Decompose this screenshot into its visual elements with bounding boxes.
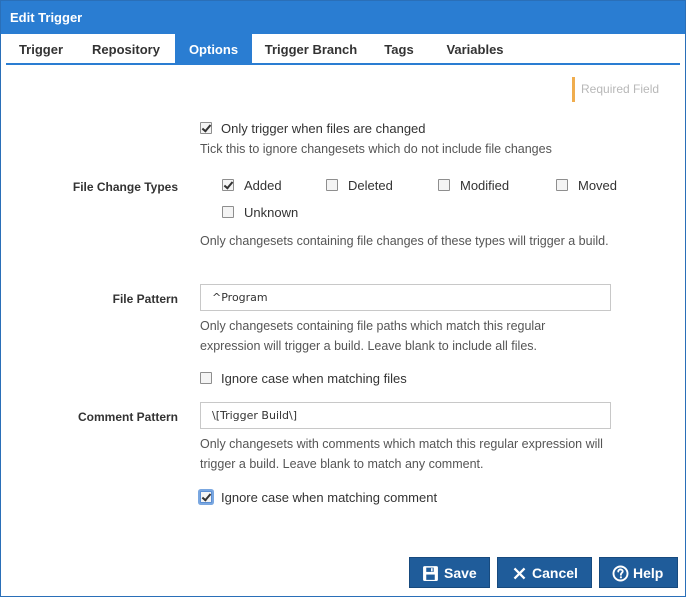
moved-checkbox[interactable] xyxy=(556,179,568,191)
tab-tags[interactable]: Tags xyxy=(371,34,427,63)
deleted-checkbox[interactable] xyxy=(326,179,338,191)
floppy-disk-icon xyxy=(423,566,438,581)
ignore-case-comment-checkbox[interactable] xyxy=(200,491,212,503)
file-pattern-label: File Pattern xyxy=(112,292,178,306)
file-change-types-label: File Change Types xyxy=(72,180,178,194)
required-field-legend: Required Field xyxy=(572,77,659,102)
deleted-label[interactable]: Deleted xyxy=(348,178,393,194)
tab-trigger-branch[interactable]: Trigger Branch xyxy=(256,34,366,63)
tab-repository[interactable]: Repository xyxy=(80,34,172,63)
ignore-case-files-checkbox[interactable] xyxy=(200,372,212,384)
modified-label[interactable]: Modified xyxy=(460,178,509,194)
ignore-case-files-label[interactable]: Ignore case when matching files xyxy=(221,371,407,387)
only-trigger-help: Tick this to ignore changesets which do … xyxy=(200,142,552,156)
ignore-case-comment-label[interactable]: Ignore case when matching comment xyxy=(221,490,437,506)
question-circle-icon xyxy=(612,565,629,582)
edit-trigger-dialog: Edit Trigger Trigger Repository Options … xyxy=(0,0,686,597)
save-button-label: Save xyxy=(444,565,477,581)
only-trigger-label[interactable]: Only trigger when files are changed xyxy=(221,121,426,137)
added-checkbox[interactable] xyxy=(222,179,234,191)
file-pattern-input[interactable]: ^Program xyxy=(200,284,611,311)
added-label[interactable]: Added xyxy=(244,178,282,194)
modified-checkbox[interactable] xyxy=(438,179,450,191)
comment-pattern-help: Only changesets with comments which matc… xyxy=(200,437,603,471)
tab-variables[interactable]: Variables xyxy=(434,34,516,63)
save-button[interactable]: Save xyxy=(409,557,490,588)
comment-pattern-input[interactable]: \[Trigger Build\] xyxy=(200,402,611,429)
cancel-button[interactable]: Cancel xyxy=(497,557,592,588)
comment-pattern-label: Comment Pattern xyxy=(77,410,178,424)
tab-trigger[interactable]: Trigger xyxy=(6,34,76,63)
help-button[interactable]: Help xyxy=(599,557,678,588)
tab-bar: Trigger Repository Options Trigger Branc… xyxy=(6,34,680,65)
only-trigger-checkbox[interactable] xyxy=(200,122,212,134)
cancel-button-label: Cancel xyxy=(532,565,578,581)
unknown-checkbox[interactable] xyxy=(222,206,234,218)
moved-label[interactable]: Moved xyxy=(578,178,617,194)
help-button-label: Help xyxy=(633,565,664,581)
file-change-types-help: Only changesets containing file changes … xyxy=(200,234,609,248)
unknown-label[interactable]: Unknown xyxy=(244,205,298,221)
dialog-title: Edit Trigger xyxy=(1,1,685,34)
close-icon xyxy=(513,567,526,580)
file-pattern-help: Only changesets containing file paths wh… xyxy=(200,319,546,353)
tab-options[interactable]: Options xyxy=(175,34,252,63)
